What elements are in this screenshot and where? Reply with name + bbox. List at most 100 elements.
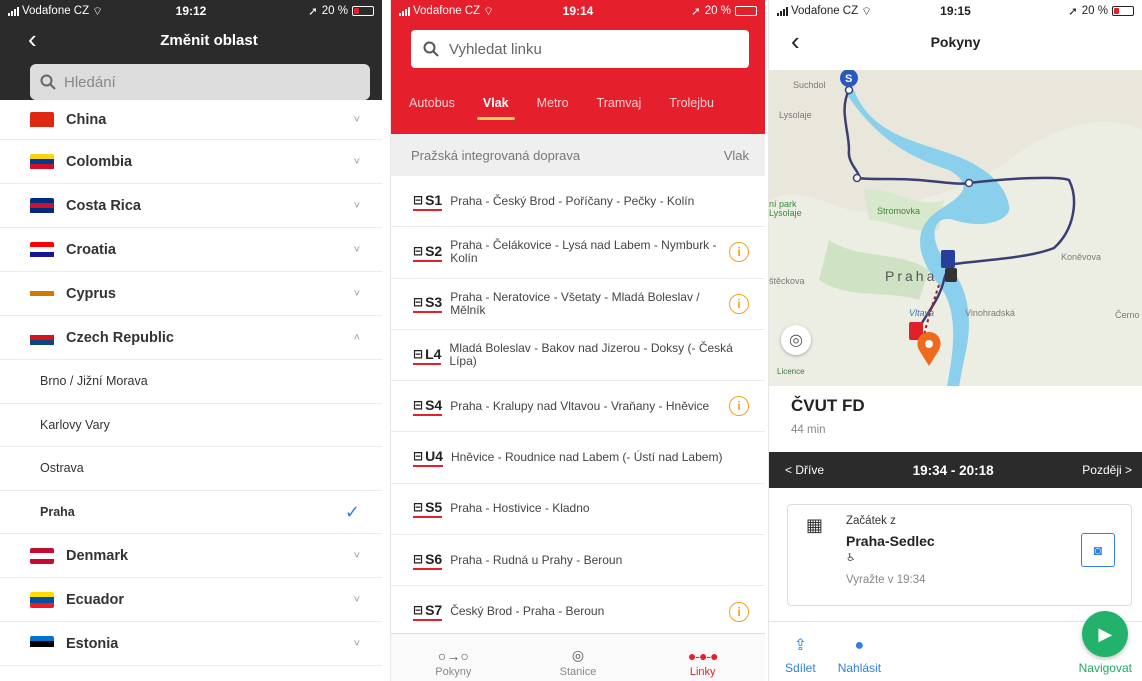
map-label-vltava: Vltava (909, 308, 935, 318)
country-label: Estonia (66, 635, 119, 652)
header: Vodafone CZ ⌔ 19:15 ➚ 20 % ‹ Pokyny (769, 0, 1142, 70)
info-icon[interactable]: i (729, 396, 749, 417)
tab-vlak[interactable]: Vlak (469, 96, 523, 120)
nav-stanice[interactable]: ◎ Stanice (516, 634, 641, 681)
camera-icon[interactable]: ◙ (1081, 533, 1115, 567)
info-icon[interactable]: i (729, 293, 749, 314)
transport-tabs: Autobus Vlak Metro Tramvaj Trolejbu (391, 78, 765, 120)
flag-icon-croatia (30, 241, 54, 258)
line-row-s4[interactable]: ⊟ S4 Praha - Kralupy nad Vltavou - Vraňany… (391, 381, 765, 433)
back-chevron-icon[interactable]: ‹ (791, 26, 800, 57)
map-label-suchdol: Suchdol (793, 80, 826, 90)
line-row-l4[interactable]: ⊟ L4 Mladá Boleslav - Bakov nad Jizerou - … (391, 330, 765, 382)
region-label: Ostrava (40, 461, 84, 476)
line-row-s3[interactable]: ⊟ S3 Praha - Neratovice - Všetaty - Mladá … (391, 279, 765, 330)
map-label-vinohradska: Vinohradská (965, 308, 1015, 318)
step-label: Začátek z (846, 515, 896, 527)
later-button[interactable]: Později > (1082, 463, 1132, 477)
signal-icon (399, 6, 410, 16)
tab-autobus[interactable]: Autobus (395, 96, 469, 120)
pin-icon: ◎ (571, 647, 585, 663)
line-row-s7[interactable]: ⊟ S7 Český Brod - Praha - Beroun i (391, 586, 765, 638)
train-icon: ⊟ (413, 346, 424, 361)
region-row-brno[interactable]: Brno / Jižní Morava (0, 360, 382, 404)
chevron-down-icon: ˅ (353, 243, 360, 256)
country-row-czech-republic[interactable]: Czech Republic ˄ (0, 316, 382, 360)
agency-type: Vlak (723, 147, 749, 163)
line-row-u4[interactable]: ⊟ U4 Hněvice - Roudnice nad Labem (- Ústí … (391, 432, 765, 484)
country-row-cyprus[interactable]: Cyprus ˅ (0, 272, 382, 316)
clock: 19:14 (562, 4, 594, 18)
battery-icon (1112, 6, 1134, 16)
country-row-costa-rica[interactable]: Costa Rica ˅ (0, 184, 382, 228)
my-location-button[interactable]: ◎ (781, 325, 811, 355)
line-route: Praha - Rudná u Prahy - Beroun (450, 552, 623, 567)
step-card[interactable]: ▦ Začátek z Praha-Sedlec ♿ Vyražte v 19:… (787, 504, 1132, 606)
country-row-denmark[interactable]: Denmark ˅ (0, 534, 382, 579)
flag-icon-estonia (30, 635, 54, 652)
country-row-estonia[interactable]: Estonia ˅ (0, 622, 382, 667)
line-badge: ⊟ S3 (413, 294, 443, 314)
line-code: S2 (425, 242, 443, 259)
report-button[interactable]: ● Nahlásit (838, 637, 881, 675)
action-bar: ⇪ Sdílet ● Nahlásit ▶ Navigovat (769, 611, 1142, 681)
line-row-s2[interactable]: ⊟ S2 Praha - Čelákovice - Lysá nad Labem -… (391, 227, 765, 279)
tab-metro[interactable]: Metro (523, 96, 583, 120)
country-label: Denmark (66, 547, 129, 564)
country-row-colombia[interactable]: Colombia ˅ (0, 140, 382, 184)
report-icon: ● (854, 637, 865, 654)
region-row-ostrava[interactable]: Ostrava (0, 447, 382, 491)
wifi-icon: ⌔ (861, 5, 872, 18)
country-label: Czech Republic (66, 329, 174, 346)
country-row-croatia[interactable]: Croatia ˅ (0, 228, 382, 272)
line-row-s6[interactable]: ⊟ S6 Praha - Rudná u Prahy - Beroun (391, 535, 765, 587)
back-chevron-icon[interactable]: ‹ (28, 26, 37, 52)
tab-tramvaj[interactable]: Tramvaj (583, 96, 656, 120)
nav-label: Pokyny (435, 666, 472, 678)
step-depart-time: Vyražte v 19:34 (846, 574, 926, 586)
earlier-button[interactable]: < Dříve (785, 463, 824, 477)
chevron-down-icon: ˅ (353, 113, 360, 126)
checkmark-icon: ✓ (344, 501, 360, 522)
train-icon: ⊟ (413, 295, 424, 310)
battery-percent: 20 % (321, 5, 348, 17)
train-icon: ⊟ (413, 397, 424, 412)
line-badge: ⊟ S5 (413, 499, 443, 519)
carrier-label: Vodafone CZ (22, 5, 90, 17)
route-map[interactable]: S Suchdol Lysolaje ní park Lysolaje Stro… (769, 70, 1142, 386)
share-icon: ⇪ (793, 637, 808, 654)
country-label: Costa Rica (66, 197, 141, 214)
map-label-steckova: štěckova (769, 276, 805, 286)
nav-linky[interactable]: ●-●-● Linky (640, 634, 765, 681)
chevron-down-icon: ˅ (353, 199, 360, 212)
region-row-praha[interactable]: Praha ✓ (0, 491, 382, 535)
nav-pokyny[interactable]: ○→○ Pokyny (391, 634, 516, 681)
line-row-s1[interactable]: ⊟ S1 Praha - Český Brod - Poříčany - Pečky… (391, 176, 765, 228)
location-icon: ➚ (691, 6, 701, 18)
flag-icon-denmark (30, 547, 54, 564)
nav-label: Stanice (559, 666, 597, 678)
info-icon[interactable]: i (729, 601, 749, 622)
line-row-s5[interactable]: ⊟ S5 Praha - Hostivice - Kladno (391, 484, 765, 536)
flag-icon-czech-republic (30, 329, 54, 346)
line-code: S5 (425, 499, 443, 516)
search-icon (423, 41, 439, 57)
tab-trolejbus[interactable]: Trolejbu (655, 96, 728, 120)
signal-icon (8, 6, 19, 16)
country-label: China (66, 111, 107, 128)
licence-link[interactable]: Licence (777, 367, 805, 376)
country-row-ecuador[interactable]: Ecuador ˅ (0, 578, 382, 623)
line-search-input[interactable]: Vyhledat linku (411, 30, 749, 68)
country-list: China ˅ Colombia ˅ Costa Rica ˅ Croatia … (0, 100, 382, 667)
region-row-karlovy-vary[interactable]: Karlovy Vary (0, 404, 382, 448)
info-icon[interactable]: i (729, 242, 749, 263)
line-route: Mladá Boleslav - Bakov nad Jizerou - Dok… (449, 341, 733, 369)
search-input[interactable]: Hledání (30, 64, 370, 100)
navigate-button[interactable]: ▶ Navigovat (1079, 611, 1132, 675)
share-button[interactable]: ⇪ Sdílet (785, 635, 816, 675)
line-code: L4 (425, 345, 442, 362)
map-label-praha: Praha (885, 268, 938, 284)
train-icon: ⊟ (413, 603, 424, 618)
train-icon: ⊟ (413, 449, 424, 464)
country-row-china[interactable]: China ˅ (0, 100, 382, 140)
